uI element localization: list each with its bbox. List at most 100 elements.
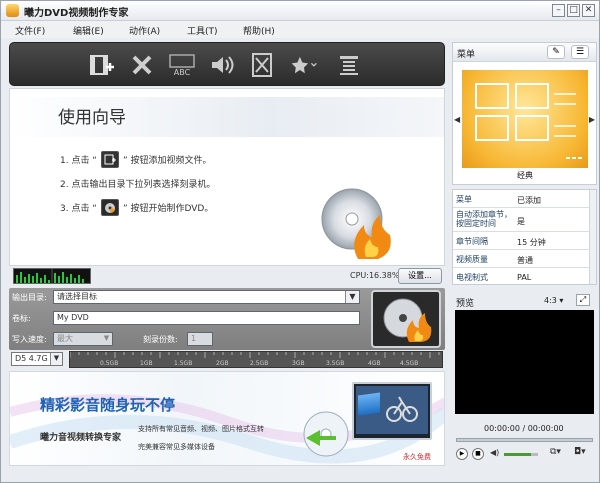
- burn-disc-icon: [100, 199, 119, 216]
- minimize-button[interactable]: –: [552, 4, 565, 17]
- seek-bar[interactable]: [456, 438, 593, 442]
- snapshot-camera-icon[interactable]: ◘▾: [574, 447, 586, 457]
- property-key: 自动添加章节，按固定时间: [456, 210, 512, 228]
- guide-step-3: 3. 点击 “ ” 按钮开始制作DVD。: [60, 199, 213, 216]
- next-template-arrow-icon[interactable]: ▶: [589, 115, 595, 124]
- ruler-tick: 1.5GB: [174, 360, 193, 367]
- properties-scrollbar[interactable]: [589, 190, 596, 284]
- banner-line-1: 支持所有常见音频、视频、图片格式互转: [138, 425, 264, 433]
- step1-prefix: 1. 点击 “: [60, 156, 97, 166]
- prev-template-arrow-icon[interactable]: ◀: [454, 115, 460, 124]
- ruler-tick: 4GB: [368, 360, 381, 367]
- disc-type-select[interactable]: D5 4.7G ▼: [11, 352, 63, 366]
- menu-file[interactable]: 文件(F): [15, 24, 45, 37]
- cut-icon[interactable]: [248, 51, 276, 79]
- property-key: 电视制式: [456, 273, 488, 282]
- ruler-tick: 3.5GB: [326, 360, 345, 367]
- close-button[interactable]: ✕: [582, 4, 595, 17]
- banner-free-tag: 永久免费: [403, 453, 431, 461]
- burn-button[interactable]: [371, 290, 441, 348]
- banner-line-2: 完美兼容常见多媒体设备: [138, 443, 215, 451]
- subtitle-abc-label: ABC: [174, 68, 191, 77]
- cpu-meter: [13, 268, 91, 284]
- chevron-down-icon[interactable]: ▼: [50, 353, 62, 365]
- menu-panel-header: 菜单 ✎ ☰: [453, 43, 596, 62]
- aspect-ratio-select[interactable]: 4:3 ▾: [544, 296, 563, 305]
- window-title: 曦力DVD视频制作专家: [24, 8, 129, 19]
- menu-help[interactable]: 帮助(H): [243, 24, 275, 37]
- main-toolbar: ABC: [9, 42, 445, 86]
- cpu-usage: CPU:16.38%: [350, 271, 400, 280]
- property-key: 菜单: [456, 195, 472, 204]
- property-row[interactable]: 视频质量 普通: [453, 250, 590, 268]
- property-value: 15 分钟: [517, 238, 546, 247]
- guide-step-2: 2. 点击输出目录下拉列表选择刻录机。: [60, 180, 216, 190]
- property-row[interactable]: 章节间隔 15 分钟: [453, 232, 590, 250]
- guide-step-1: 1. 点击 “ ” 按钮添加视频文件。: [60, 151, 212, 168]
- app-logo-icon: [6, 4, 19, 17]
- menu-tools[interactable]: 工具(T): [187, 24, 218, 37]
- preview-panel: 预览 4:3 ▾ ⤢ 00:00:00 / 00:00:00 ▶ ■ ◀) ⧉▾…: [452, 290, 597, 464]
- fullscreen-icon[interactable]: ⤢: [576, 294, 590, 306]
- write-speed-select[interactable]: 最大 ▼: [53, 332, 113, 346]
- film-strip-icon: [358, 392, 380, 416]
- add-video-icon[interactable]: [88, 51, 116, 79]
- menu-panel: 菜单 ✎ ☰ ◀ ▶ 经典: [452, 42, 597, 185]
- converter-disc-icon: [300, 408, 352, 463]
- ruler-tick: 1GB: [140, 360, 153, 367]
- audio-icon[interactable]: [208, 51, 236, 79]
- step1-suffix: ” 按钮添加视频文件。: [122, 156, 212, 166]
- stop-button[interactable]: ■: [472, 448, 484, 460]
- menu-action[interactable]: 动作(A): [129, 24, 160, 37]
- property-value: 已添加: [517, 196, 541, 205]
- edit-menu-icon[interactable]: ✎: [547, 45, 565, 59]
- guide-title: 使用向导: [58, 108, 126, 128]
- add-video-icon: [100, 151, 119, 168]
- chapter-list-icon[interactable]: [335, 51, 363, 79]
- step3-suffix: ” 按钮开始制作DVD。: [122, 204, 214, 214]
- menu-bar: 文件(F) 编辑(E) 动作(A) 工具(T) 帮助(H): [1, 21, 599, 38]
- volume-input[interactable]: My DVD: [53, 311, 360, 325]
- volume-icon: ◀): [490, 448, 500, 457]
- delete-icon[interactable]: [128, 51, 156, 79]
- menu-panel-title: 菜单: [457, 50, 476, 60]
- maximize-button[interactable]: □: [567, 4, 580, 17]
- usage-guide-panel: 使用向导 1. 点击 “ ” 按钮添加视频文件。 2. 点击输出目录下拉列表选择…: [9, 88, 445, 266]
- write-speed-value: 最大: [57, 334, 73, 343]
- property-key: 视频质量: [456, 255, 488, 264]
- ruler-tick: 2GB: [216, 360, 229, 367]
- volume-slider[interactable]: [504, 453, 538, 456]
- copies-label: 刻录份数:: [143, 335, 178, 344]
- disc-type-value: D5 4.7G: [15, 354, 48, 363]
- ruler-tick: 4.5GB: [400, 360, 419, 367]
- chevron-down-icon[interactable]: ▼: [345, 291, 359, 303]
- banner-headline: 精彩影音随身玩不停: [40, 396, 176, 414]
- aspect-ratio-value: 4:3: [544, 296, 557, 305]
- output-dir-value: 请选择目标: [57, 292, 97, 301]
- copies-stepper[interactable]: 1: [187, 332, 213, 346]
- property-row[interactable]: 电视制式 PAL: [453, 268, 590, 284]
- split-view-icon[interactable]: ⧉▾: [550, 447, 561, 457]
- promo-banner[interactable]: 精彩影音随身玩不停 曦力音视频转换专家 支持所有常见音频、视频、图片格式互转 完…: [9, 371, 445, 466]
- effect-star-icon[interactable]: [290, 51, 318, 79]
- ruler-tick: 2.5GB: [250, 360, 269, 367]
- settings-button[interactable]: 设置...: [398, 268, 442, 284]
- property-value: PAL: [517, 273, 532, 282]
- menu-template-preview[interactable]: [462, 70, 588, 168]
- chevron-down-icon[interactable]: ▼: [101, 333, 112, 345]
- write-speed-label: 写入速度:: [12, 335, 47, 344]
- property-row[interactable]: 自动添加章节，按固定时间 是: [453, 208, 590, 232]
- menu-list-icon[interactable]: ☰: [571, 45, 589, 59]
- subtitle-abc-icon[interactable]: ABC: [168, 51, 196, 79]
- property-row[interactable]: 菜单 已添加: [453, 190, 590, 208]
- properties-table: 菜单 已添加 自动添加章节，按固定时间 是 章节间隔 15 分钟 视频质量 普通…: [452, 189, 597, 285]
- output-dir-select[interactable]: 请选择目标 ▼: [53, 290, 360, 304]
- playback-time: 00:00:00 / 00:00:00: [484, 424, 564, 433]
- volume-label: 卷标:: [12, 314, 31, 323]
- copies-value: 1: [191, 334, 197, 343]
- step3-prefix: 3. 点击 “: [60, 204, 97, 214]
- property-value: 是: [517, 217, 525, 226]
- play-button[interactable]: ▶: [456, 448, 468, 460]
- ruler-tick: 3GB: [292, 360, 305, 367]
- menu-edit[interactable]: 编辑(E): [73, 24, 104, 37]
